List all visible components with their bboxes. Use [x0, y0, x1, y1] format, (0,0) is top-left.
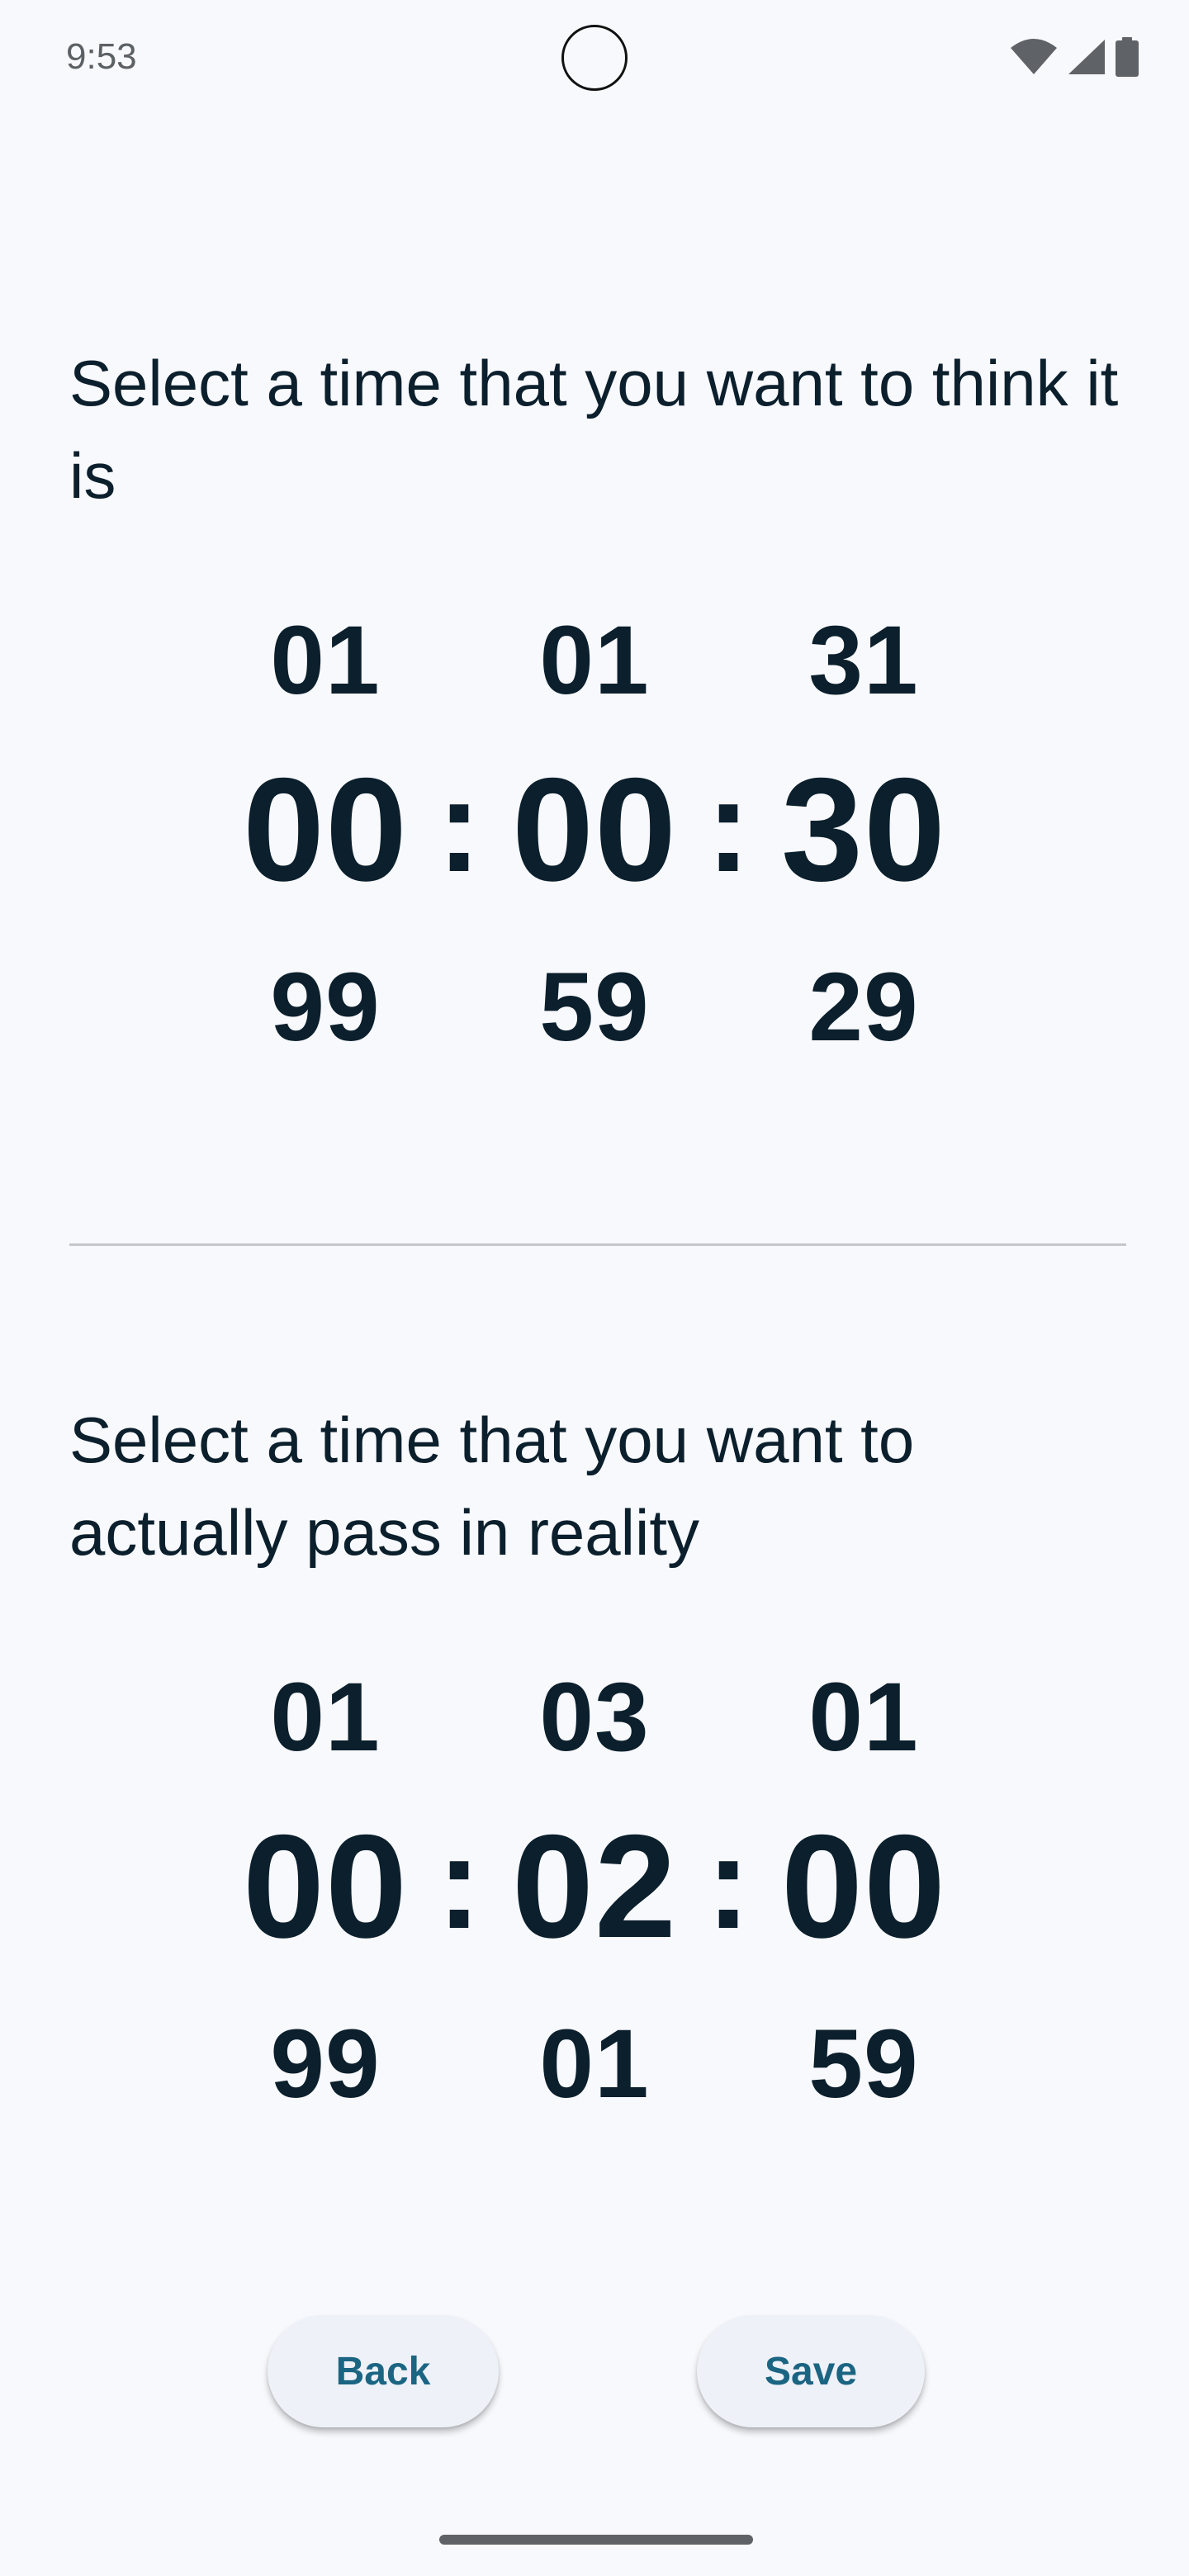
reality-seconds-prev[interactable]: 01 — [756, 1660, 971, 1775]
reality-time-picker: 01 00 99 : 03 02 01 : 01 00 59 — [0, 1635, 1189, 2130]
reality-hours-current[interactable]: 00 — [218, 1800, 433, 1973]
section-divider — [69, 1243, 1126, 1246]
camera-cutout — [561, 25, 628, 91]
reality-minutes-wheel[interactable]: 03 02 01 — [487, 1635, 702, 2130]
battery-icon — [1115, 37, 1139, 77]
reality-minutes-next[interactable]: 01 — [487, 2006, 702, 2122]
think-hours-current[interactable]: 00 — [218, 743, 433, 916]
reality-hours-next[interactable]: 99 — [218, 2006, 433, 2122]
reality-seconds-wheel[interactable]: 01 00 59 — [756, 1635, 971, 2130]
think-time-picker: 01 00 99 : 01 00 59 : 31 30 29 — [0, 578, 1189, 1073]
think-minutes-next[interactable]: 59 — [487, 949, 702, 1065]
think-seconds-wheel[interactable]: 31 30 29 — [756, 578, 971, 1073]
think-hours-wheel[interactable]: 01 00 99 — [218, 578, 433, 1073]
time-separator: : — [437, 1808, 481, 1956]
think-hours-next[interactable]: 99 — [218, 949, 433, 1065]
think-hours-prev[interactable]: 01 — [218, 603, 433, 718]
reality-hours-prev[interactable]: 01 — [218, 1660, 433, 1775]
think-seconds-next[interactable]: 29 — [756, 949, 971, 1065]
think-minutes-prev[interactable]: 01 — [487, 603, 702, 718]
time-separator: : — [437, 751, 481, 899]
reality-time-prompt: Select a time that you want to actually … — [69, 1404, 915, 1569]
reality-seconds-current[interactable]: 00 — [756, 1800, 971, 1973]
reality-hours-wheel[interactable]: 01 00 99 — [218, 1635, 433, 2130]
cellular-signal-icon — [1067, 38, 1106, 76]
reality-minutes-current[interactable]: 02 — [487, 1800, 702, 1973]
status-time: 9:53 — [66, 36, 137, 77]
reality-seconds-next[interactable]: 59 — [756, 2006, 971, 2122]
time-separator: : — [706, 1808, 751, 1956]
think-seconds-current[interactable]: 30 — [756, 743, 971, 916]
time-separator: : — [706, 751, 751, 899]
think-time-prompt: Select a time that you want to think it … — [69, 347, 1119, 512]
status-icons — [1009, 36, 1139, 78]
save-button[interactable]: Save — [697, 2315, 925, 2427]
navigation-handle[interactable] — [439, 2535, 753, 2545]
back-button[interactable]: Back — [268, 2315, 499, 2427]
think-minutes-current[interactable]: 00 — [487, 743, 702, 916]
reality-minutes-prev[interactable]: 03 — [487, 1660, 702, 1775]
status-bar: 9:53 — [0, 0, 1189, 124]
wifi-icon — [1009, 38, 1059, 76]
think-minutes-wheel[interactable]: 01 00 59 — [487, 578, 702, 1073]
think-seconds-prev[interactable]: 31 — [756, 603, 971, 718]
